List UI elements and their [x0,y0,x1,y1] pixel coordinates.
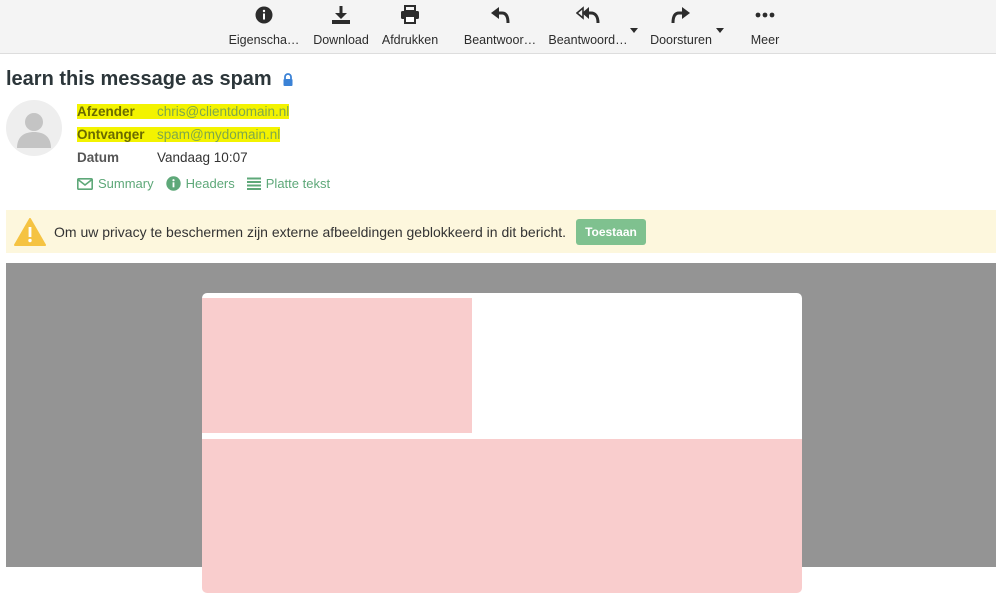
ellipsis-icon [753,4,777,26]
print-label: Afdrukken [381,33,439,47]
info-circle-icon [165,176,181,191]
print-button[interactable]: Afdrukken [378,0,442,54]
text-lines-icon [246,177,261,190]
download-label: Download [313,33,369,47]
info-circle-icon [252,4,276,26]
avatar [6,100,62,156]
properties-label: Eigenscha… [228,33,300,47]
lock-icon [282,73,294,86]
reply-all-icon [576,4,600,26]
forward-dropdown-icon[interactable] [715,22,725,33]
privacy-banner: Om uw privacy te beschermen zijn externe… [6,210,996,253]
more-button[interactable]: Meer [740,0,790,54]
message-content-card [202,293,802,593]
download-icon [329,4,353,26]
date-label: Datum [77,150,120,165]
plain-text-link[interactable]: Platte tekst [246,176,331,191]
reply-all-label: Beantwoord… [548,33,628,47]
properties-button[interactable]: Eigenscha… [226,0,302,54]
summary-label: Summary [98,176,154,191]
download-button[interactable]: Download [310,0,372,54]
forward-button[interactable]: Doorsturen [644,0,718,54]
blocked-image-placeholder [202,298,472,433]
user-avatar-icon [17,113,51,148]
more-label: Meer [750,33,780,47]
to-label: Ontvanger [77,127,157,142]
from-row: Afzender chris@clientdomain.nl [77,104,290,119]
warning-triangle-icon [14,217,46,246]
subject-text: learn this message as spam [6,68,272,90]
privacy-message: Om uw privacy te beschermen zijn externe… [54,223,567,240]
blocked-image-placeholder [202,439,802,593]
date-value: Vandaag 10:07 [157,150,248,165]
forward-label: Doorsturen [650,33,712,47]
headers-label: Headers [185,176,235,191]
printer-icon [398,4,422,26]
plain-text-label: Platte tekst [265,176,331,191]
forward-icon [669,4,693,26]
from-address[interactable]: chris@clientdomain.nl [157,104,290,119]
reply-icon [488,4,512,26]
header-view-links: Summary Headers Platte tekst [77,176,342,191]
reply-all-button[interactable]: Beantwoord… [546,0,630,54]
allow-images-button[interactable]: Toestaan [576,218,646,245]
date-row: Datum Vandaag 10:07 [77,150,248,165]
summary-link[interactable]: Summary [77,176,154,191]
envelope-icon [77,177,93,190]
message-toolbar: Eigenscha… Download Afdrukken Beantwoor…… [0,0,996,54]
reply-label: Beantwoor… [463,33,537,47]
reply-button[interactable]: Beantwoor… [462,0,538,54]
to-address[interactable]: spam@mydomain.nl [157,127,281,142]
message-body-frame[interactable] [6,263,996,593]
message-subject: learn this message as spam [6,68,294,91]
reply-all-dropdown-icon[interactable] [629,22,639,33]
from-label: Afzender [77,104,157,119]
headers-link[interactable]: Headers [165,176,235,191]
to-row: Ontvanger spam@mydomain.nl [77,127,281,142]
